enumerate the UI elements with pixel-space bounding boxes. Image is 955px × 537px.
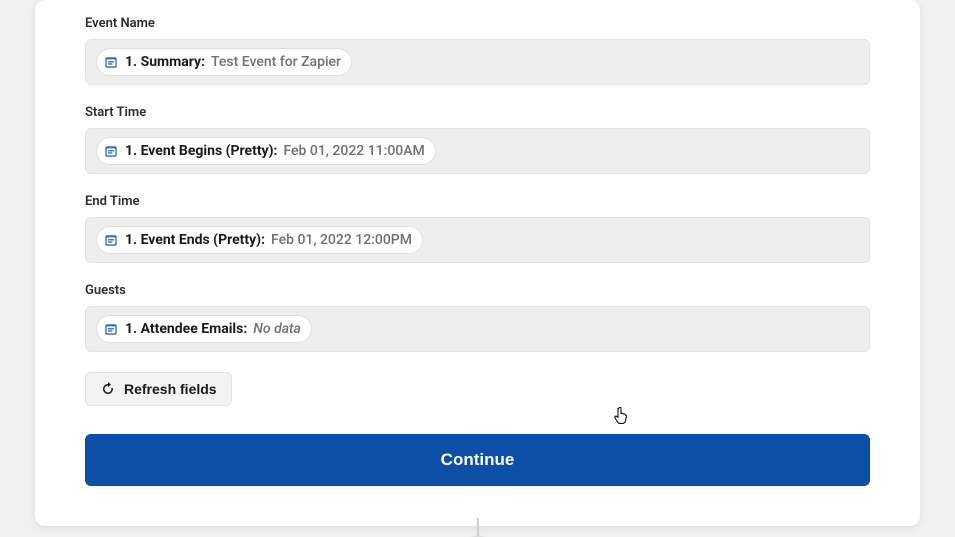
calendar-icon — [103, 54, 119, 70]
mapped-value-pill[interactable]: 1. Summary: Test Event for Zapier — [96, 48, 352, 76]
mapped-value-pill[interactable]: 1. Event Ends (Pretty): Feb 01, 2022 12:… — [96, 226, 423, 254]
pill-label: 1. Summary: — [125, 52, 205, 72]
refresh-label: Refresh fields — [124, 381, 217, 397]
continue-button[interactable]: Continue — [85, 434, 870, 486]
continue-label: Continue — [441, 450, 515, 469]
pill-value: Feb 01, 2022 12:00PM — [271, 230, 412, 250]
pill-label: 1. Event Begins (Pretty): — [125, 141, 277, 161]
calendar-icon — [103, 143, 119, 159]
pill-value: Test Event for Zapier — [211, 52, 341, 72]
pill-value: No data — [253, 319, 301, 339]
field-start-time: Start Time 1. Event Begins (Pretty): Feb… — [85, 105, 870, 174]
field-end-time: End Time 1. Event Ends (Pretty): Feb 01,… — [85, 194, 870, 263]
field-guests: Guests 1. Attendee Emails: No data — [85, 283, 870, 352]
calendar-icon — [103, 321, 119, 337]
field-input-start-time[interactable]: 1. Event Begins (Pretty): Feb 01, 2022 1… — [85, 128, 870, 174]
field-label: End Time — [85, 194, 870, 209]
field-input-end-time[interactable]: 1. Event Ends (Pretty): Feb 01, 2022 12:… — [85, 217, 870, 263]
pill-label: 1. Attendee Emails: — [125, 319, 247, 339]
pill-label: 1. Event Ends (Pretty): — [125, 230, 265, 250]
field-label: Event Name — [85, 16, 870, 31]
pill-value: Feb 01, 2022 11:00AM — [283, 141, 424, 161]
field-label: Guests — [85, 283, 870, 298]
field-input-guests[interactable]: 1. Attendee Emails: No data — [85, 306, 870, 352]
field-input-event-name[interactable]: 1. Summary: Test Event for Zapier — [85, 39, 870, 85]
refresh-fields-button[interactable]: Refresh fields — [85, 372, 232, 406]
connector-line — [477, 518, 479, 536]
refresh-icon — [100, 381, 116, 397]
field-event-name: Event Name 1. Summary: Test Event for Za… — [85, 16, 870, 85]
calendar-icon — [103, 232, 119, 248]
mapped-value-pill[interactable]: 1. Event Begins (Pretty): Feb 01, 2022 1… — [96, 137, 436, 165]
mapped-value-pill[interactable]: 1. Attendee Emails: No data — [96, 315, 312, 343]
zap-step-card: Event Name 1. Summary: Test Event for Za… — [35, 0, 920, 526]
field-label: Start Time — [85, 105, 870, 120]
step-connector — [463, 518, 493, 537]
